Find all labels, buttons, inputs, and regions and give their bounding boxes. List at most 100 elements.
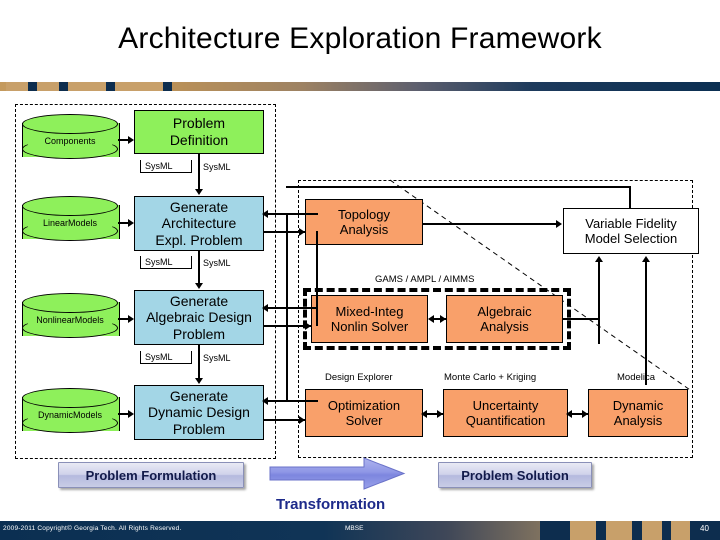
arrowhead [421,410,427,418]
footer-center-label: MBSE [345,525,364,532]
line-1: Variable Fidelity [585,215,677,231]
line-2: Model Selection [584,231,678,246]
node-generate-algebraic-design-problem: Generate Algebraic Design Problem [134,290,264,345]
slide-canvas: Architecture Exploration Framework Compo… [0,0,720,540]
node-generate-dynamic-design-problem: Generate Dynamic Design Problem [134,385,264,440]
line-1: Nonlinear [36,315,75,326]
footer-page-number: 40 [700,524,709,533]
callout-problem-formulation[interactable]: Problem Formulation [58,462,244,488]
edge-topology-to-variable-fidelity [423,223,560,225]
edge-label-sysml-alg-right: SysML [203,353,231,363]
tool-label-monte-carlo: Monte Carlo + Kriging [444,372,537,383]
line-3: Problem [172,420,226,437]
line-2: Nonlin Solver [330,319,409,334]
node-topology-analysis: Topology Analysis [305,199,423,245]
line-1: Generate [169,292,229,309]
node-label: Variable Fidelity Model Selection [585,216,678,247]
bottom-bar-tan-1 [570,521,596,540]
node-uncertainty-quantification: Uncertainty Quantification [443,389,568,437]
edge-pd-to-arch [198,154,200,190]
top-bar-tan-4 [115,82,163,91]
edge-feedback-to-algebraic [266,307,318,309]
bottom-bar-tan-2 [606,521,632,540]
callout-problem-solution[interactable]: Problem Solution [438,462,592,488]
node-label: Generate Algebraic Design Problem [146,293,252,343]
line-2: Dynamic Design [148,404,250,421]
node-label: Optimization Solver [328,398,400,429]
arrowhead [128,315,134,323]
node-label: Topology Analysis [338,207,390,238]
arrowhead [566,410,572,418]
bottom-bar-tan-4 [671,521,690,540]
tool-label-gams: GAMS / AMPL / AIMMS [375,274,475,285]
edge-label-sysml-arch-right: SysML [203,258,231,268]
edge-alg-to-dyn [198,345,200,379]
edge-label-sysml-alg-left: SysML [140,351,192,364]
top-bar-navy-4 [163,82,172,91]
footer-copyright: 2009-2011 Copyright© Georgia Tech. All R… [3,525,182,532]
arrowhead [262,304,268,312]
line-2: Analysis [339,222,389,237]
arrowhead [195,378,203,384]
node-generate-architecture-expl-problem: Generate Architecture Expl. Problem [134,196,264,251]
bottom-bar-tan-3 [642,521,662,540]
datastore-nonlinear-models: Nonlinear Models [22,293,120,345]
line-1: Generate [169,387,229,404]
line-2: Analysis [480,319,529,334]
arrowhead [262,210,268,218]
arrowhead [642,256,650,262]
bottom-bar-navy-4 [662,521,671,540]
edge-dynamic-analysis-to-vf [645,262,647,385]
edge-algebraic-analysis-to-vf [598,262,600,344]
node-label: Algebraic Analysis [477,304,531,335]
arrowhead [262,397,268,405]
arrowhead [305,322,311,330]
arrowhead [195,189,203,195]
line-3: Problem [172,325,226,342]
line-2: Definition [169,132,229,148]
tool-label-design-explorer: Design Explorer [325,372,393,383]
node-optimization-solver: Optimization Solver [305,389,423,437]
line-2: Models [73,410,103,421]
line-3: Expl. Problem [155,231,243,248]
line-2: Quantification [465,413,546,428]
feedback-bus-vertical [286,213,288,401]
arrowhead [128,410,134,418]
bottom-bar-navy-2 [596,521,606,540]
arrowhead [128,136,134,144]
edge-feedback-to-architecture [266,213,318,215]
datastore-dynamic-models-label: Dynamic Models [22,399,118,433]
top-bar-tan-2 [37,82,59,91]
line-1: Linear [42,218,68,229]
top-bar-navy-3 [106,82,115,91]
top-bar-tan-3 [68,82,106,91]
line-2: Analysis [613,413,663,428]
arrowhead [195,283,203,289]
callout-label: Problem Solution [461,467,569,483]
edge-algebraic-analysis-out [563,318,598,320]
node-label: Mixed-Integ Nonlin Solver [331,304,408,335]
node-label: Problem Definition [170,115,228,148]
line-1: Generate [169,198,229,215]
transformation-label: Transformation [276,496,386,513]
line-1: Mixed-Integ [335,303,404,319]
line-1: Topology [337,206,391,222]
tool-label-modelica: Modelica [617,372,656,383]
line-2: Architecture [161,215,237,232]
arrowhead [299,416,305,424]
line-1: Uncertainty [472,397,539,413]
bottom-bar-navy-1 [540,521,570,540]
line-1: Problem [172,115,226,132]
top-bar-navy-2 [59,82,68,91]
datastore-nonlinear-models-label: Nonlinear Models [22,304,118,338]
arrowhead [299,228,305,236]
edge-label-sysml-pd-left: SysML [140,160,192,173]
datastore-linear-models-label: Linear Models [22,207,118,241]
line-1: Dynamic [37,410,73,421]
arrowhead [582,410,588,418]
node-problem-definition: Problem Definition [134,110,264,154]
line-2: Models [74,315,104,326]
arrowhead [428,315,434,323]
datastore-components: Components [22,114,120,166]
top-bar-navy-1 [28,82,37,91]
